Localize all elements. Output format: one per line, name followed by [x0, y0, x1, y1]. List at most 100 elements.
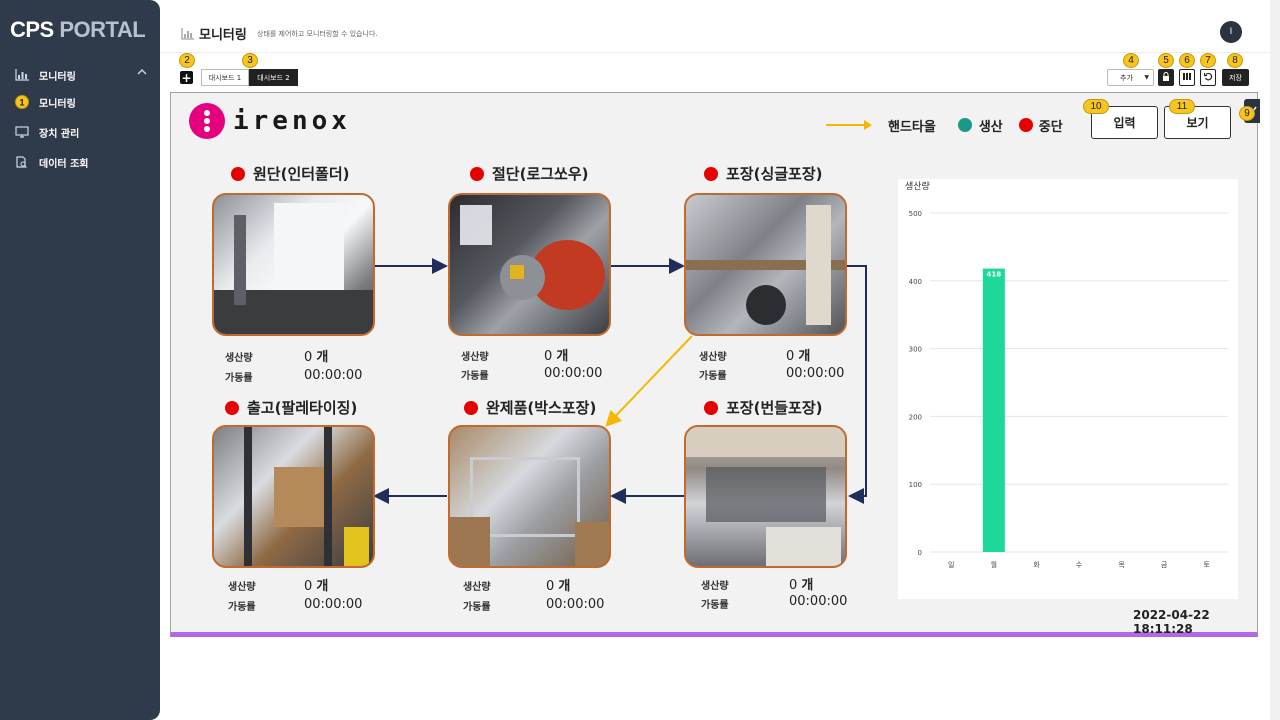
brand-logo[interactable]: CPS PORTAL: [10, 17, 146, 43]
chart-icon: [181, 25, 194, 40]
dashboard-panel: irenox 핸드타올 생산 중단 10 입력 11 보기 9 원단(인터폴더): [170, 92, 1260, 637]
x-tick-label: 월: [991, 560, 997, 569]
process-2-name: 절단(로그쏘우): [492, 165, 589, 183]
marker-5: 5: [1158, 53, 1174, 68]
avatar[interactable]: I: [1220, 21, 1242, 43]
process-6-name: 포장(번들포장): [726, 399, 823, 417]
process-4-photo: [212, 425, 375, 568]
y-tick-label: 0: [918, 549, 922, 557]
marker-6: 6: [1179, 53, 1195, 68]
brand-cps: CPS: [10, 17, 54, 42]
sidebar-group-label: 모니터링: [39, 71, 76, 83]
svg-text:1: 1: [19, 98, 24, 108]
production-chart: 생산량 0 100 200 300 400 500 일 월 418 화 수 목 금 토: [898, 179, 1238, 599]
y-axis-label: 생산량: [905, 180, 930, 192]
green-dot-icon: [957, 118, 972, 132]
lock-icon: [1162, 71, 1170, 84]
chevron-up-icon[interactable]: [137, 66, 147, 81]
process-4-uptime-label: 가동률: [228, 602, 256, 613]
process-6-title: 포장(번들포장): [704, 397, 823, 418]
process-6-time: 00:00:00: [789, 594, 848, 609]
save-button[interactable]: 저장: [1222, 69, 1249, 86]
process-5-uptime-label: 가동률: [463, 602, 491, 613]
sidebar-item-data[interactable]: 데이터 조회: [15, 153, 88, 171]
marker-9: 9: [1239, 106, 1255, 121]
process-4-name: 출고(팔레타이징): [247, 399, 358, 417]
process-1-name: 원단(인터폴더): [253, 165, 350, 183]
process-2-time: 00:00:00: [544, 366, 603, 381]
red-dot-icon: [704, 400, 718, 415]
red-dot-icon: [704, 166, 718, 181]
process-4-count: 0 개: [304, 579, 329, 594]
marker-2: 2: [179, 53, 195, 68]
process-1-title: 원단(인터폴더): [231, 163, 350, 184]
x-tick-label: 일: [948, 560, 954, 569]
x-tick-label: 금: [1161, 561, 1168, 569]
marker-1-icon: 1: [15, 95, 29, 109]
marker-8: 8: [1227, 53, 1243, 68]
tab-dashboard-2[interactable]: 대시보드 2: [249, 69, 298, 86]
y-tick-label: 500: [909, 210, 922, 218]
bar-data-label: 418: [987, 271, 1002, 279]
process-5-time: 00:00:00: [546, 597, 605, 612]
arrow-handtowel: [605, 335, 693, 427]
tab-dashboard-1[interactable]: 대시보드 1: [201, 69, 249, 86]
x-tick-label: 화: [1033, 561, 1040, 569]
process-3-prod-label: 생산량: [699, 352, 727, 363]
process-5-name: 완제품(박스포장): [486, 399, 597, 417]
page-subtitle: 상태를 제어하고 모니터링할 수 있습니다.: [257, 30, 378, 38]
process-3-name: 포장(싱글포장): [726, 165, 823, 183]
sidebar-item-monitoring[interactable]: 1 모니터링: [15, 93, 76, 111]
bar-chart: 생산량 0 100 200 300 400 500 일 월 418 화 수 목 금 토: [905, 180, 1228, 569]
sidebar-group-monitoring[interactable]: 모니터링: [15, 66, 147, 84]
lock-button[interactable]: [1158, 69, 1174, 86]
sidebar: CPS PORTAL 모니터링 1 모니터링 장치 관리 데이터 조회: [0, 0, 160, 720]
scrollbar[interactable]: [1270, 0, 1280, 720]
process-5-prod-label: 생산량: [463, 582, 491, 593]
process-1-count: 0 개: [304, 350, 329, 365]
red-dot-icon: [225, 400, 239, 415]
sidebar-item-devices[interactable]: 장치 관리: [15, 123, 79, 141]
add-dashboard-button[interactable]: +: [180, 71, 193, 84]
process-3-time: 00:00:00: [786, 366, 845, 381]
marker-3: 3: [242, 53, 258, 68]
timestamp: 2022-04-22 18:11:28: [1133, 608, 1210, 636]
process-3-uptime-label: 가동률: [699, 371, 727, 382]
add-select-label: 추가: [1120, 73, 1133, 82]
marker-11: 11: [1169, 99, 1195, 114]
arrow-3-6: [847, 265, 867, 504]
red-dot-icon: [1018, 118, 1033, 132]
sidebar-item-label: 데이터 조회: [39, 158, 89, 170]
legend-stop: 중단: [1038, 119, 1063, 135]
grid-button[interactable]: [1179, 69, 1195, 86]
red-dot-icon: [470, 166, 484, 181]
process-2-title: 절단(로그쏘우): [470, 163, 589, 184]
page-header: 모니터링 상태를 제어하고 모니터링할 수 있습니다. I: [160, 0, 1270, 53]
process-2-prod-label: 생산량: [461, 352, 489, 363]
process-3-count: 0 개: [786, 349, 811, 364]
process-4-title: 출고(팔레타이징): [225, 397, 357, 418]
y-tick-label: 200: [909, 413, 922, 421]
page-title: 모니터링: [199, 28, 247, 43]
process-2-uptime-label: 가동률: [461, 371, 489, 382]
x-tick-label: 수: [1076, 561, 1083, 569]
process-2-photo: [448, 193, 611, 336]
process-5-count: 0 개: [546, 579, 571, 594]
sidebar-item-label: 장치 관리: [39, 128, 80, 140]
process-1-time: 00:00:00: [304, 368, 363, 383]
y-tick-label: 400: [909, 278, 922, 286]
process-5-title: 완제품(박스포장): [464, 397, 596, 418]
x-tick-label: 목: [1118, 561, 1125, 569]
refresh-button[interactable]: [1200, 69, 1216, 86]
caret-down-icon: ▼: [1144, 74, 1149, 81]
red-dot-icon: [464, 400, 478, 415]
process-1-prod-label: 생산량: [225, 353, 253, 364]
marker-7: 7: [1200, 53, 1216, 68]
brand-portal: PORTAL: [59, 17, 146, 42]
process-6-photo: [684, 425, 847, 568]
add-widget-select[interactable]: 추가 ▼: [1107, 69, 1154, 86]
y-tick-label: 300: [909, 346, 922, 354]
process-3-photo: [684, 193, 847, 336]
monitor-icon: [15, 126, 29, 138]
marker-10: 10: [1083, 99, 1109, 114]
